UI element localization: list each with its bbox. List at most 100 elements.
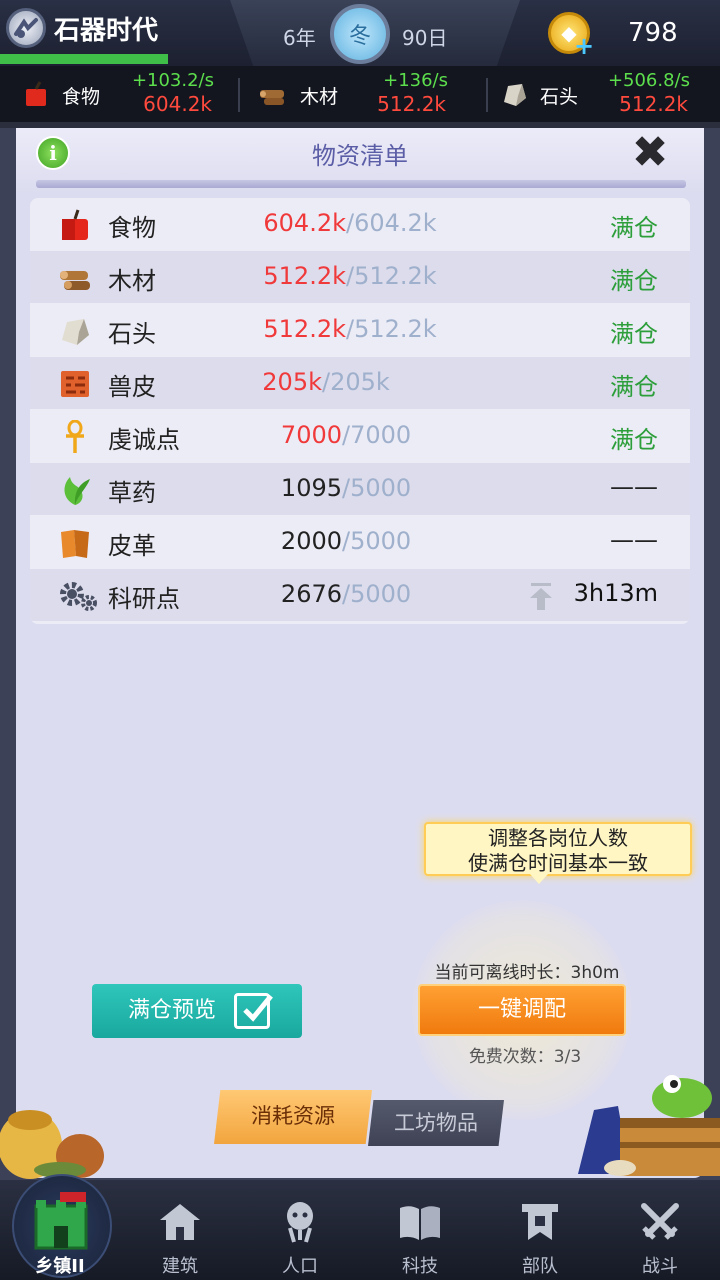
resource-value: 512.2k [377,92,446,116]
year-label: 6年 [283,26,316,50]
add-coins-button[interactable]: + [574,32,594,60]
resource-wood[interactable]: 木材 +136/s 512.2k [246,66,482,122]
book-icon [400,1206,440,1240]
item-max: /604.2k [346,209,437,237]
nav-label: 人口 [282,1256,318,1277]
nav-battle[interactable]: 战斗 [600,1180,720,1280]
inventory-panel: i 物资清单 ✖ 食物 604.2k /604.2k 满仓 木材 512.2k … [0,128,720,1180]
inventory-list: 食物 604.2k /604.2k 满仓 木材 512.2k /512.2k 满… [30,198,690,624]
item-max: /5000 [342,474,412,502]
list-item: 木材 512.2k /512.2k 满仓 [30,251,690,303]
day-label: 90日 [402,26,448,50]
wood-icon [260,90,284,105]
item-status: 满仓 [610,320,658,348]
herb-icon [64,477,90,505]
item-max: /205k [322,368,390,396]
gears-icon [60,582,97,611]
crossed-swords-icon [641,1203,679,1240]
header-divider [36,180,686,188]
resource-value: 512.2k [619,92,688,116]
item-current: 7000 [280,421,342,449]
close-button[interactable]: ✖ [626,130,674,176]
item-current: 2676 [280,580,342,608]
item-name: 虔诚点 [108,426,180,454]
coin-count: 798 [628,18,678,48]
list-item: 草药 1095 /5000 —— [30,463,690,515]
item-status: 满仓 [610,426,658,454]
nav-tech[interactable]: 科技 [360,1180,480,1280]
resource-stone[interactable]: 石头 +506.8/s 512.2k [494,66,714,122]
wood-icon [60,271,90,290]
tooltip-line: 调整各岗位人数 [488,826,628,850]
nav-town[interactable]: 乡镇II [0,1174,120,1280]
item-max: /512.2k [346,262,437,290]
upgrade-arrow-icon[interactable] [528,581,554,611]
offline-duration: 当前可离线时长：3h0m [434,963,620,983]
tab-consume-resources[interactable]: 消耗资源 [214,1090,372,1144]
item-name: 皮革 [108,532,156,560]
tooltip-line: 使满仓时间基本一致 [468,851,648,875]
list-item: 虔诚点 7000 /7000 满仓 [30,410,690,462]
stone-icon [62,319,89,345]
era-progress-bar [0,54,168,64]
item-max: /512.2k [346,315,437,343]
item-max: /7000 [342,421,412,449]
leather-icon [61,530,89,558]
item-name: 食物 [108,214,156,242]
item-status: —— [610,473,658,501]
resource-rate: +506.8/s [607,70,690,91]
divider [486,78,488,112]
item-status: 3h13m [573,579,658,607]
banner-icon [522,1204,558,1240]
item-current: 1095 [280,474,342,502]
checkbox-icon[interactable] [234,993,273,1029]
house-icon [160,1204,200,1240]
full-preview-button[interactable]: 满仓预览 [92,984,302,1038]
item-current: 205k [262,368,322,396]
era-badge-icon[interactable] [6,8,46,48]
nav-population[interactable]: 人口 [240,1180,360,1280]
nav-buildings[interactable]: 建筑 [120,1180,240,1280]
item-name: 草药 [108,479,156,507]
free-uses-count: 免费次数：3/3 [468,1047,582,1067]
item-current: 2000 [280,527,342,555]
resource-name: 食物 [62,86,101,108]
nav-label: 部队 [522,1256,558,1277]
bottom-nav: 乡镇II 建筑 人口 科技 部队 战斗 [0,1174,720,1280]
item-current: 512.2k [263,315,346,343]
list-item: 皮革 2000 /5000 —— [30,516,690,568]
list-item: 科研点 2676 /5000 3h13m [30,569,690,621]
divider [238,78,240,112]
resource-name: 石头 [540,86,579,108]
sacks-decoration-icon [0,1110,104,1179]
resource-name: 木材 [300,86,339,108]
item-current: 604.2k [263,209,346,237]
list-item: 石头 512.2k /512.2k 满仓 [30,304,690,356]
stone-icon [504,84,526,106]
item-status: 满仓 [610,373,658,401]
resource-rate: +103.2/s [131,70,214,91]
tab-workshop-items[interactable]: 工坊物品 [368,1100,504,1146]
item-name: 兽皮 [108,373,156,401]
panel-title: 物资清单 [312,142,408,170]
nav-label: 乡镇II [35,1256,85,1277]
season-icon[interactable]: 冬 [330,4,390,64]
frog-crate-decoration-icon [578,1075,720,1176]
resource-food[interactable]: 食物 +103.2/s 604.2k [0,66,236,122]
item-status: 满仓 [610,267,658,295]
item-current: 512.2k [263,262,346,290]
nav-label: 战斗 [642,1256,678,1277]
hint-tooltip: 调整各岗位人数 使满仓时间基本一致 [424,822,692,884]
era-title: 石器时代 [54,16,159,46]
nav-troops[interactable]: 部队 [480,1180,600,1280]
panel-body: i 物资清单 ✖ 食物 604.2k /604.2k 满仓 木材 512.2k … [16,128,704,1178]
item-max: /5000 [342,580,412,608]
resource-value: 604.2k [143,92,212,116]
top-bar: 石器时代 6年 冬 90日 ◆ + 798 [0,0,720,66]
auto-allocate-button[interactable]: 一键调配 [418,984,626,1036]
list-item: 食物 604.2k /604.2k 满仓 [30,198,690,250]
item-max: /5000 [342,527,412,555]
list-item: 兽皮 205k /205k 满仓 [30,357,690,409]
item-name: 石头 [108,320,156,348]
nav-label: 科技 [402,1256,438,1277]
